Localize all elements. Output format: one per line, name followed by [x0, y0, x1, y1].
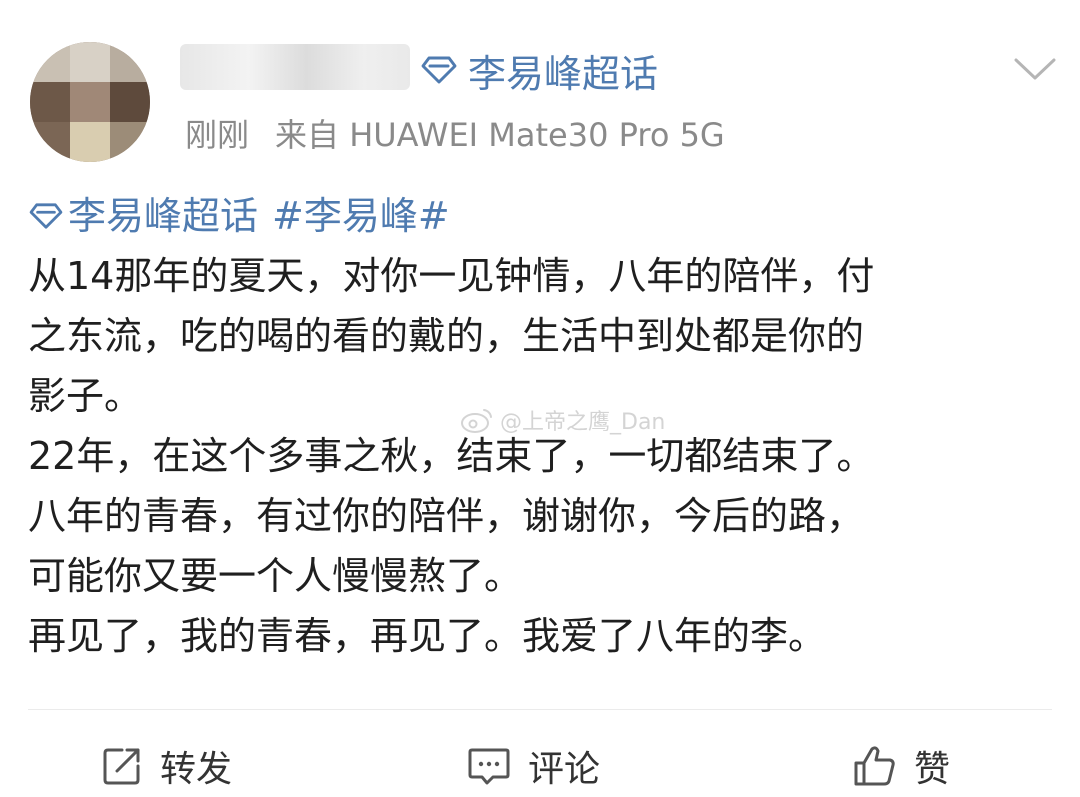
- hashtag-link[interactable]: #李易峰#: [272, 186, 450, 246]
- post-time: 刚刚: [185, 116, 250, 154]
- topic-tags: 李易峰超话 #李易峰#: [28, 186, 1063, 246]
- avatar[interactable]: [30, 42, 150, 162]
- content-line: 再见了，我的青春，再见了。我爱了八年的李。: [28, 614, 827, 658]
- repost-button[interactable]: 转发: [100, 740, 232, 792]
- content-line: 可能你又要一个人慢慢熬了。: [28, 554, 523, 598]
- content-line: 八年的青春，有过你的陪伴，谢谢你，今后的路，: [28, 494, 865, 538]
- chevron-down-icon[interactable]: [1010, 50, 1060, 90]
- username[interactable]: [180, 44, 410, 90]
- post-meta: 刚刚 来自 HUAWEI Mate30 Pro 5G: [185, 110, 725, 156]
- post-source: 来自 HUAWEI Mate30 Pro 5G: [275, 116, 725, 154]
- weibo-logo-icon: [461, 409, 492, 433]
- share-icon: [103, 748, 140, 785]
- content-line: 从14那年的夏天，对你一见钟情，八年的陪伴，付: [28, 254, 875, 298]
- comment-icon: [468, 748, 510, 785]
- content-line: 之东流，吃的喝的看的戴的，生活中到处都是你的: [28, 314, 865, 358]
- watermark-text: @上帝之鹰_Dan: [500, 410, 666, 435]
- like-label: 赞: [914, 749, 951, 790]
- weibo-post-card: 李易峰超话 刚刚 来自 HUAWEI Mate30 Pro 5G 李易峰超话 #李易…: [0, 0, 1080, 797]
- like-button[interactable]: 赞: [852, 740, 950, 792]
- supertopic-link[interactable]: 李易峰超话: [420, 42, 658, 98]
- diamond-icon: [29, 203, 63, 229]
- diamond-icon: [421, 56, 457, 84]
- comment-button[interactable]: 评论: [466, 740, 600, 792]
- comment-label: 评论: [528, 749, 601, 790]
- divider: [28, 709, 1052, 710]
- supertopic-tag-link[interactable]: 李易峰超话: [68, 186, 258, 246]
- watermark: @上帝之鹰_Dan: [460, 400, 665, 440]
- repost-label: 转发: [160, 749, 233, 790]
- supertopic-label: 李易峰超话: [468, 51, 659, 96]
- thumbs-up-icon: [854, 746, 895, 786]
